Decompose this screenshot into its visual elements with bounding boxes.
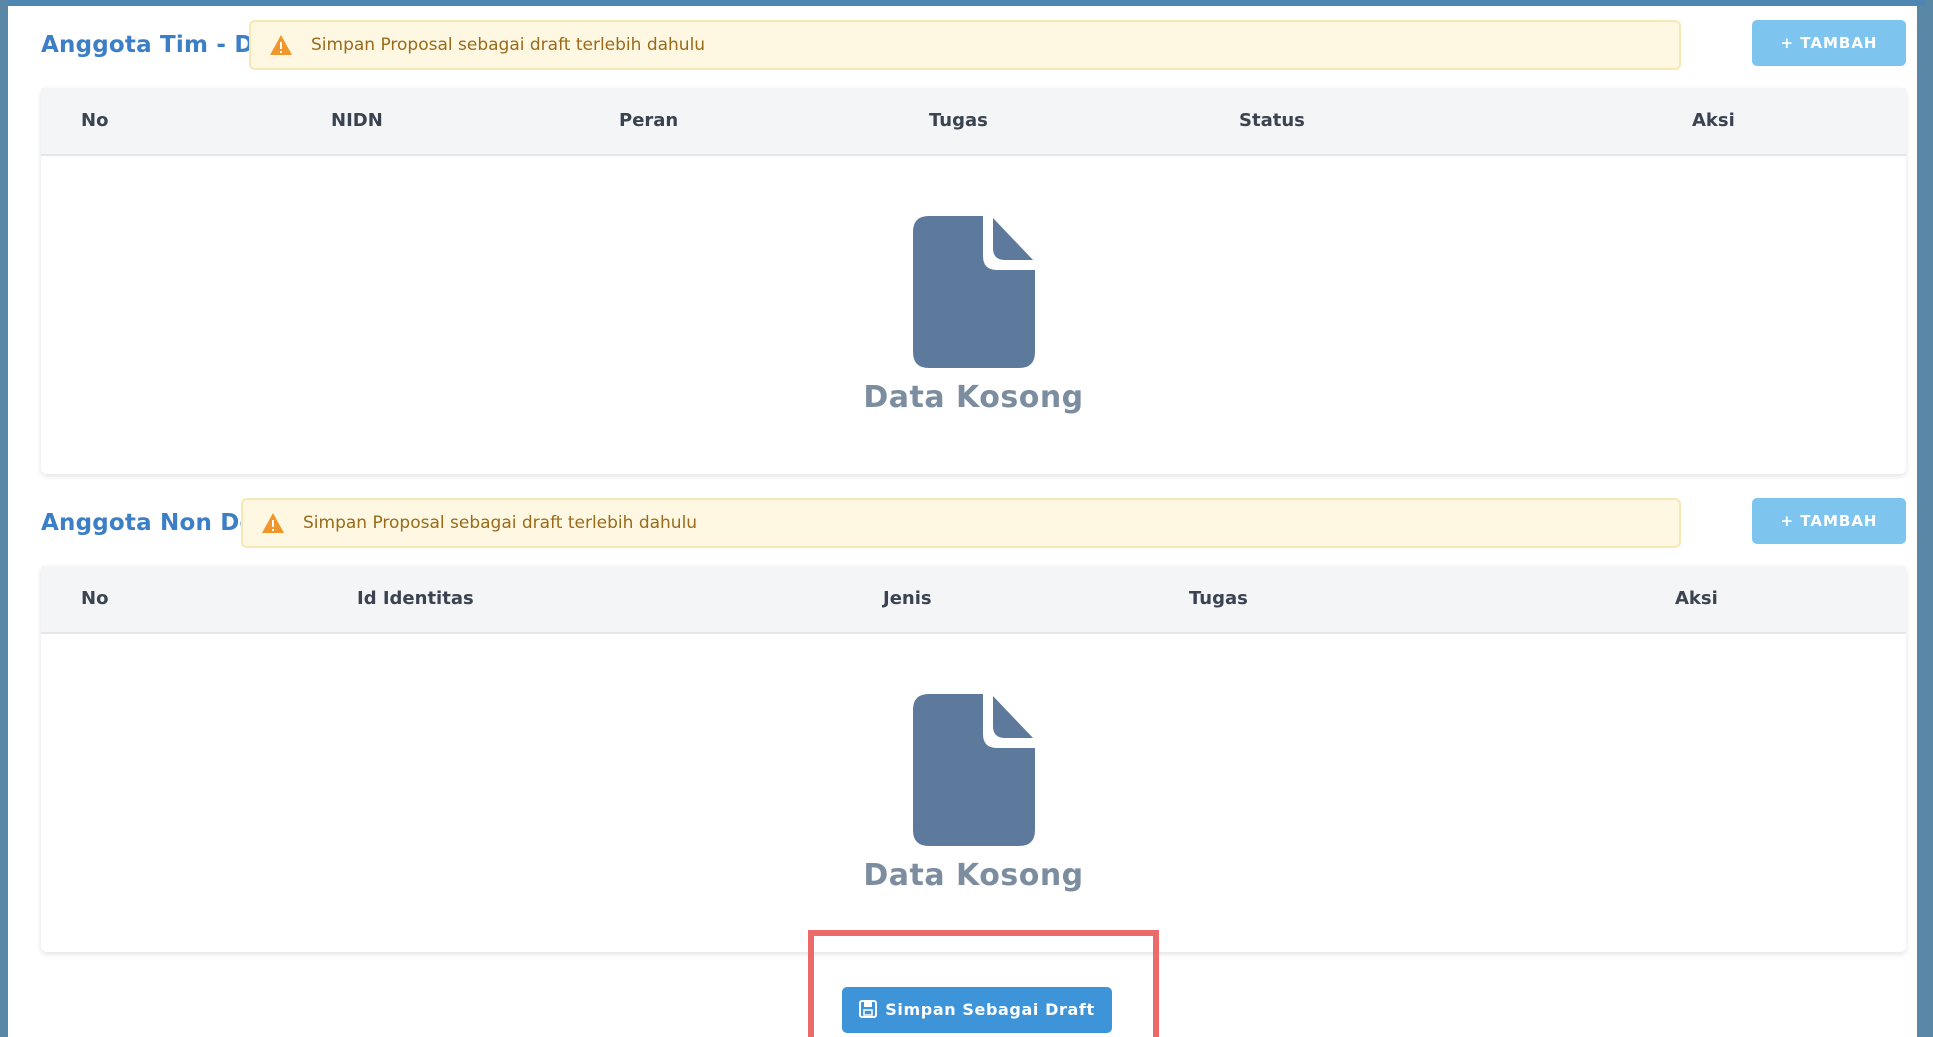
save-draft-label: Simpan Sebagai Draft: [885, 1000, 1095, 1019]
draft-warning-alert: Simpan Proposal sebagai draft terlebih d…: [241, 498, 1681, 548]
section-anggota-non-dosen: Anggota Non Dosen Simpan Proposal sebaga…: [41, 498, 1906, 958]
page-frame: Anggota Tim - Dosen Simpan Proposal seba…: [8, 0, 1925, 1037]
section-header: Anggota Tim - Dosen Simpan Proposal seba…: [41, 20, 1906, 76]
document-icon: [912, 216, 1035, 368]
window-edge: [1917, 6, 1925, 1037]
section-anggota-dosen: Anggota Tim - Dosen Simpan Proposal seba…: [41, 20, 1906, 480]
table-header: No NIDN Peran Tugas Status Aksi: [41, 88, 1906, 156]
add-non-dosen-button[interactable]: + TAMBAH: [1752, 498, 1906, 544]
add-dosen-button[interactable]: + TAMBAH: [1752, 20, 1906, 66]
save-draft-button[interactable]: Simpan Sebagai Draft: [842, 987, 1112, 1033]
warning-triangle-icon: [270, 35, 292, 55]
column-header-aksi: Aksi: [1675, 588, 1718, 609]
section-header: Anggota Non Dosen Simpan Proposal sebaga…: [41, 498, 1906, 554]
column-header-status: Status: [1239, 110, 1305, 131]
empty-state-text: Data Kosong: [863, 380, 1084, 415]
column-header-peran: Peran: [619, 110, 679, 131]
warning-triangle-icon: [262, 513, 284, 533]
empty-state-text: Data Kosong: [863, 858, 1084, 893]
column-header-tugas: Tugas: [929, 110, 988, 131]
empty-state: Data Kosong: [41, 216, 1906, 415]
column-header-tugas: Tugas: [1189, 588, 1248, 609]
column-header-id-identitas: Id Identitas: [357, 588, 474, 609]
document-icon: [912, 694, 1035, 846]
table-non-dosen: No Id Identitas Jenis Tugas Aksi Data Ko…: [41, 566, 1906, 952]
column-header-aksi: Aksi: [1692, 110, 1735, 131]
table-dosen: No NIDN Peran Tugas Status Aksi Data Kos…: [41, 88, 1906, 474]
column-header-no: No: [81, 588, 109, 609]
alert-text: Simpan Proposal sebagai draft terlebih d…: [311, 35, 706, 55]
alert-text: Simpan Proposal sebagai draft terlebih d…: [303, 513, 698, 533]
table-header: No Id Identitas Jenis Tugas Aksi: [41, 566, 1906, 634]
save-icon: [859, 1000, 878, 1018]
column-header-jenis: Jenis: [883, 588, 932, 609]
column-header-no: No: [81, 110, 109, 131]
empty-state: Data Kosong: [41, 694, 1906, 893]
column-header-nidn: NIDN: [331, 110, 383, 131]
draft-warning-alert: Simpan Proposal sebagai draft terlebih d…: [249, 20, 1681, 70]
